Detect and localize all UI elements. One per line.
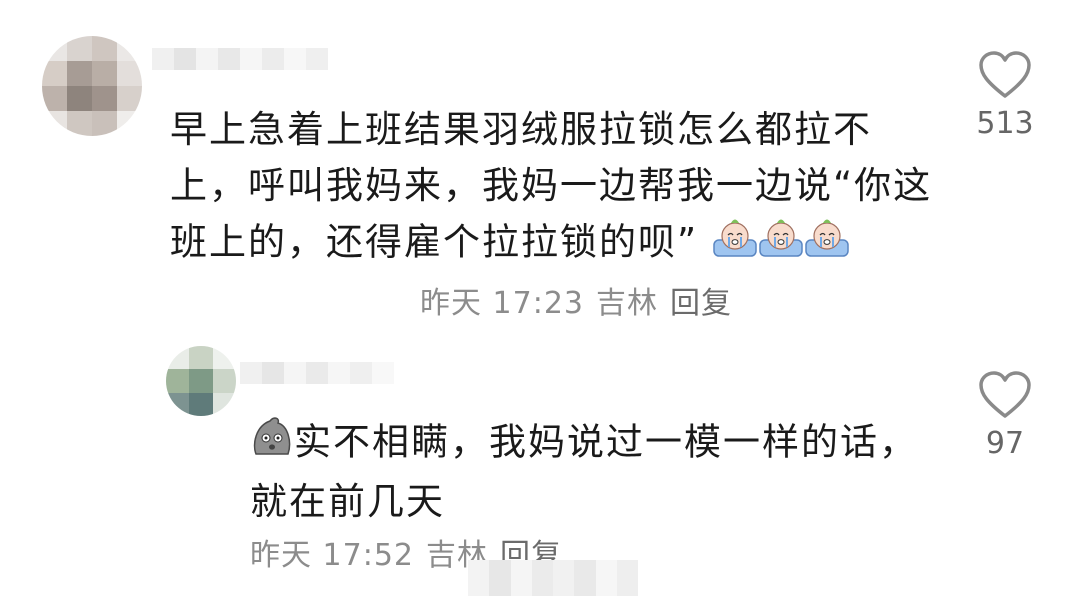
commenter-name-blurred[interactable] [152,48,328,70]
like-button[interactable]: 97 [970,370,1040,461]
like-button[interactable]: 513 [970,50,1040,141]
reply-time: 昨天 17:52 [250,538,414,573]
replier-avatar[interactable] [166,346,236,416]
like-count: 97 [985,426,1025,461]
crying-baby-emoji [804,214,850,274]
blurred-watermark [468,560,638,596]
crying-baby-emoji [758,214,804,274]
reply-button[interactable]: 回复 [670,278,732,322]
crying-baby-emoji [712,214,758,274]
commenter-avatar[interactable] [42,36,142,136]
comment-location: 吉林 [596,286,658,321]
comment-text: 早上急着上班结果羽绒服拉锁怎么都拉不上，呼叫我妈来，我妈一边帮我一边说“你这班上… [170,102,940,274]
reply-text: 实不相瞒，我妈说过一模一样的话，就在前几天 [250,414,930,530]
heart-outline-icon[interactable] [977,370,1033,420]
like-count: 513 [976,106,1034,141]
gray-shocked-blob-emoji [250,414,294,474]
heart-outline-icon[interactable] [977,50,1033,100]
replier-name-blurred[interactable] [240,362,394,384]
comment-meta: 昨天 17:23 吉林 回复 [420,278,732,322]
comment-time: 昨天 17:23 [420,286,584,321]
